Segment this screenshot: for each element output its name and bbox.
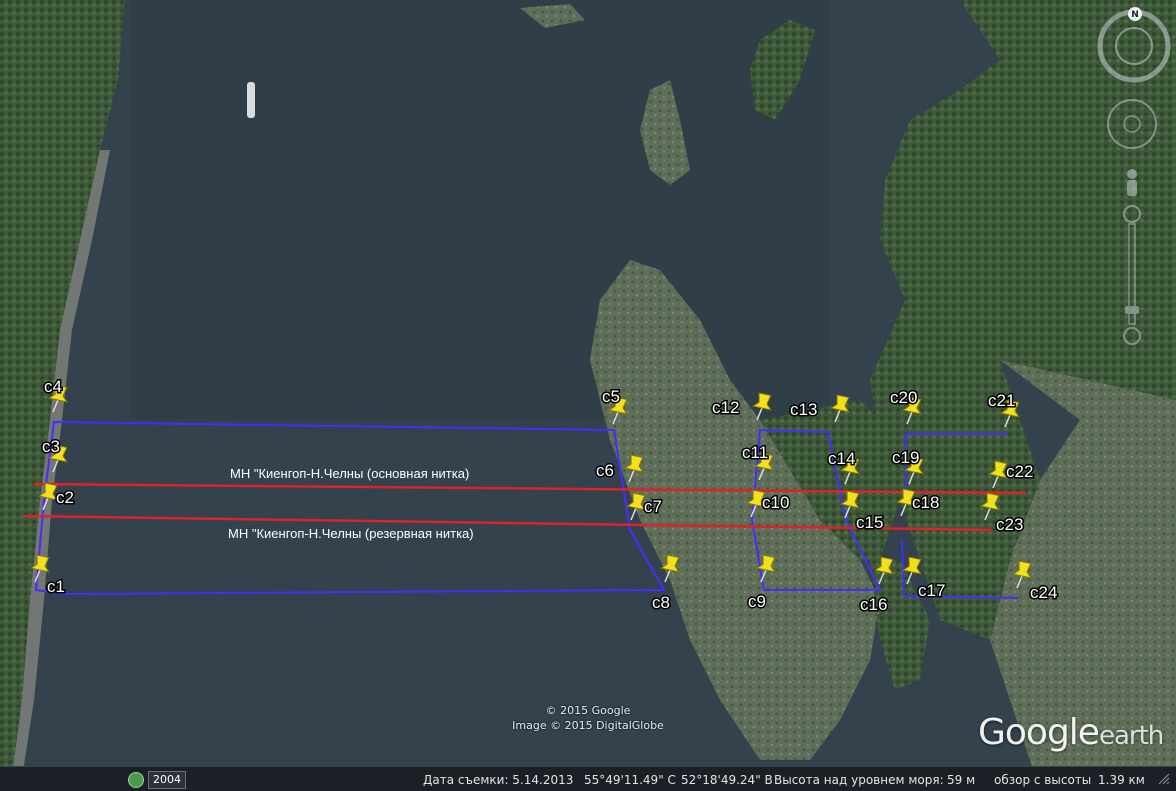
placemark-label: c16 [860,595,887,614]
google-earth-logo: Googleearth [978,712,1164,753]
placemark-label: c10 [762,493,789,512]
logo-brand: Google [978,712,1100,753]
pipeline-main-label: МН "Киенгоп-Н.Челны (основная нитка) [230,466,469,481]
ship [247,82,255,118]
elevation-value: 59 м [947,773,976,787]
resize-grip-icon[interactable] [1158,773,1170,785]
imagery-year[interactable]: 2004 [148,771,186,789]
placemark-label: c4 [44,377,62,396]
placemark-label: c17 [918,581,945,600]
placemark-label: c23 [996,515,1023,534]
placemark-label: c12 [712,398,739,417]
status-bar: 2004 Дата съемки: 5.14.2013 55°49'11.49"… [0,766,1176,791]
placemark-label: c11 [742,443,768,462]
satellite-map[interactable]: МН "Киенгоп-Н.Челны (основная нитка) МН … [0,0,1176,791]
placemark-label: c5 [602,387,620,406]
placemark-label: c8 [652,593,670,612]
eye-altitude-value: 1.39 км [1098,773,1145,787]
placemark-label: c15 [856,513,883,532]
map-view[interactable]: МН "Киенгоп-Н.Челны (основная нитка) МН … [0,0,1176,791]
placemark-label: c13 [790,400,817,419]
placemark-label: c2 [56,488,74,507]
placemark-label: c6 [596,461,614,480]
placemark-label: c1 [47,577,65,596]
placemark-label: c18 [912,493,939,512]
placemark-c18[interactable]: c18 [895,488,941,517]
look-joystick[interactable] [1107,99,1157,149]
placemark-label: c20 [890,388,917,407]
compass-north-label: N [1131,10,1139,20]
eye-altitude-label: обзор с высоты [994,773,1092,787]
imagery-date: Дата съемки: 5.14.2013 [423,773,574,787]
historical-imagery-icon[interactable] [128,772,144,788]
navigation-controls[interactable]: N [1094,6,1174,351]
pipeline-reserve-label: МН "Киенгоп-Н.Челны (резервная нитка) [228,526,474,541]
longitude: 52°18'49.24" В [681,773,773,787]
zoom-slider[interactable] [1123,205,1141,345]
placemark-label: c19 [892,448,919,467]
compass-ring[interactable]: N [1097,7,1171,83]
latitude: 55°49'11.49" С [584,773,676,787]
placemark-label: c14 [828,449,855,468]
placemark-label: c9 [748,592,766,611]
placemark-label: c7 [644,497,662,516]
placemark-label: c22 [1006,462,1033,481]
elevation-label: Высота над уровнем моря: [774,773,944,787]
placemark-label: c3 [42,437,60,456]
logo-product: earth [1098,721,1164,751]
placemark-label: c21 [988,391,1015,410]
street-view-icon[interactable] [1127,169,1137,196]
placemark-label: c24 [1030,583,1057,602]
